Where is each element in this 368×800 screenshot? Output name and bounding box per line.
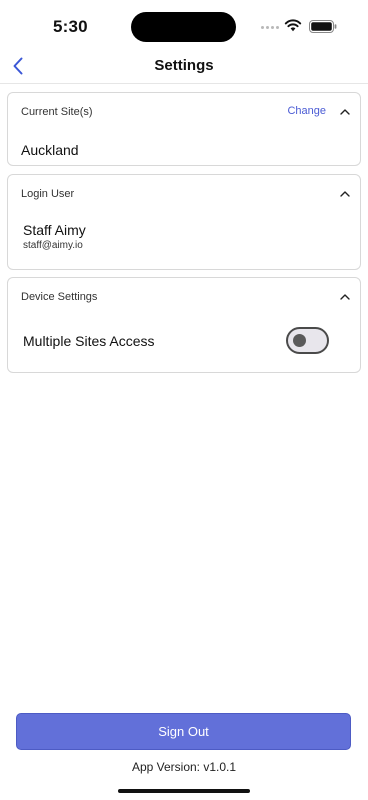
chevron-up-icon[interactable]: [338, 290, 352, 304]
device-settings-card: Device Settings Multiple Sites Access: [7, 277, 361, 373]
login-user-heading: Login User: [21, 188, 75, 200]
nav-bar: Settings: [0, 50, 368, 84]
toggle-knob: [293, 334, 306, 347]
status-bar: 5:30: [0, 0, 368, 54]
chevron-up-icon[interactable]: [338, 105, 352, 119]
chevron-up-icon[interactable]: [338, 187, 352, 201]
user-email: staff@aimy.io: [23, 240, 83, 251]
status-time: 5:30: [53, 17, 88, 36]
sign-out-button[interactable]: Sign Out: [16, 713, 351, 750]
device-settings-heading: Device Settings: [21, 291, 98, 303]
page-title: Settings: [154, 57, 214, 74]
home-indicator: [118, 789, 250, 793]
dynamic-island: [131, 12, 236, 42]
multiple-sites-label: Multiple Sites Access: [23, 333, 155, 349]
change-site-link[interactable]: Change: [287, 105, 326, 117]
wifi-icon: [284, 19, 302, 32]
multiple-sites-toggle[interactable]: [286, 327, 329, 354]
current-site-heading: Current Site(s): [21, 106, 93, 118]
current-site-value: Auckland: [21, 142, 79, 158]
app-version: App Version: v1.0.1: [131, 760, 237, 774]
current-site-card: Current Site(s) Change Auckland: [7, 92, 361, 166]
user-name: Staff Aimy: [23, 222, 86, 238]
login-user-card: Login User Staff Aimy staff@aimy.io: [7, 174, 361, 270]
signal-dots-icon: [261, 26, 279, 29]
battery-icon: [309, 20, 337, 33]
